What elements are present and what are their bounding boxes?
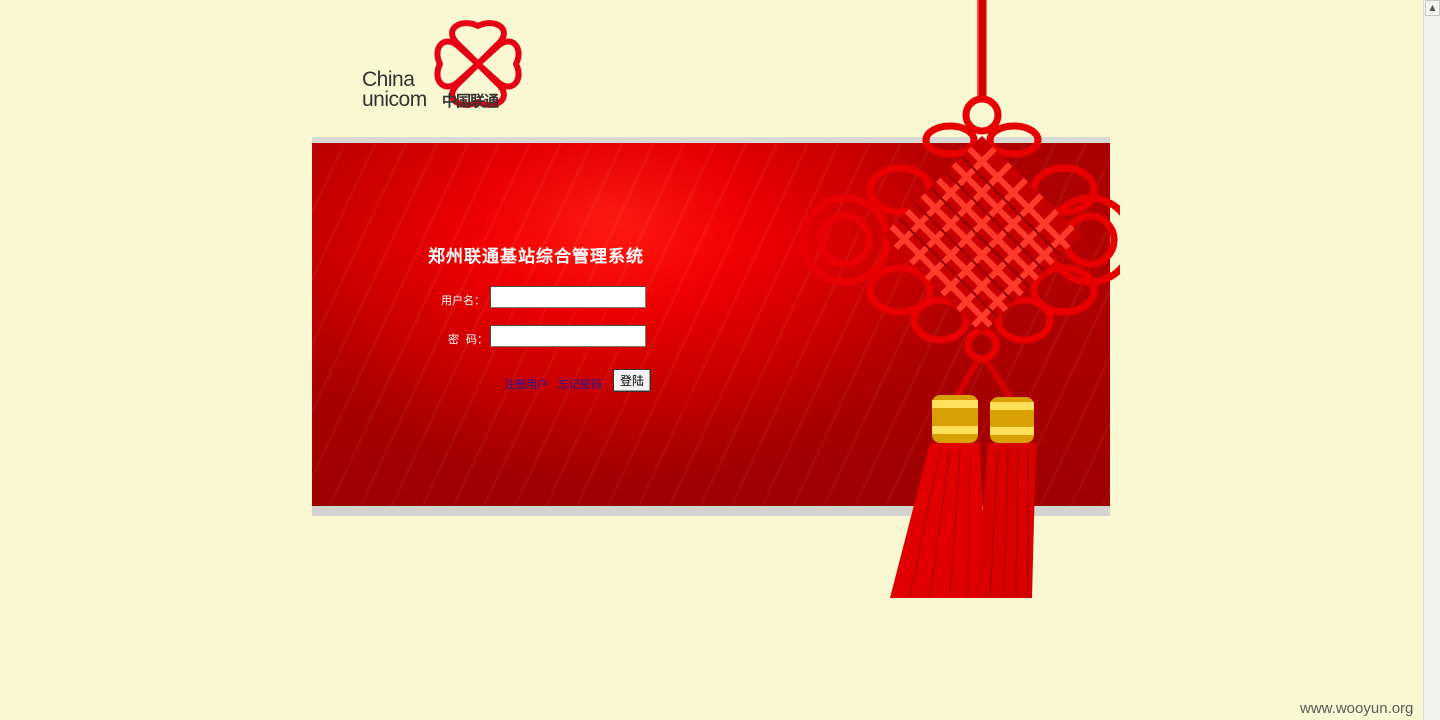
username-input[interactable] — [490, 286, 646, 308]
system-title: 郑州联通基站综合管理系统 — [428, 247, 644, 267]
logo-chinese-text: 中国联通 — [442, 92, 499, 110]
watermark-text: www.wooyun.org — [1300, 700, 1414, 717]
vertical-scrollbar[interactable]: ▲ — [1423, 0, 1440, 720]
password-input[interactable] — [490, 325, 646, 347]
logo-english-line2: unicom — [362, 88, 427, 111]
password-label: 密 码： — [448, 333, 488, 346]
login-button[interactable]: 登陆 — [613, 369, 651, 392]
china-unicom-logo: China unicom 中国联通 — [360, 18, 530, 113]
logo-english-text: China unicom — [362, 69, 427, 111]
username-label: 用户名： — [441, 294, 485, 307]
chinese-knot-icon — [799, 0, 1120, 598]
register-link[interactable]: 注册用户 — [504, 376, 548, 392]
forgot-password-link[interactable]: 忘记密码 — [558, 376, 602, 392]
scroll-up-arrow-icon[interactable]: ▲ — [1425, 0, 1440, 16]
